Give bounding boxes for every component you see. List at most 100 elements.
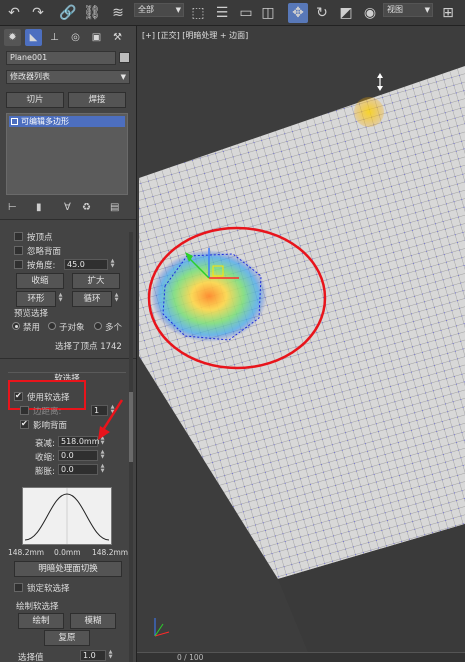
utilities-tab-icon[interactable]: ⚒ (109, 29, 126, 46)
preview-disabled-radio[interactable] (12, 322, 20, 330)
select-and-rotate-icon[interactable]: ↻ (312, 3, 332, 23)
affect-backfacing-label: 影响背面 (33, 421, 68, 431)
motion-tab-icon[interactable]: ◎ (67, 29, 84, 46)
rectangular-selection-icon[interactable]: ▭ (236, 3, 256, 23)
select-by-name-icon[interactable]: ☰ (212, 3, 232, 23)
modifier-list-label: 修改器列表 (10, 72, 50, 81)
curve-mid-label: 0.0mm (54, 548, 81, 557)
spinner-arrows-icon[interactable]: ▲ ▼ (107, 650, 114, 661)
pivot-center-icon[interactable]: ⊞ (438, 3, 458, 23)
redo-icon[interactable]: ↷ (28, 3, 48, 23)
make-unique-icon[interactable]: ∀ (64, 202, 71, 213)
shrink-button[interactable]: 收缩 (16, 273, 64, 289)
pinch-spinner[interactable]: 0.0 (58, 450, 98, 461)
ring-button[interactable]: 环形 (16, 291, 56, 307)
ring-spinner-icon[interactable]: ▲ ▼ (57, 293, 64, 304)
panel-scrollbar[interactable] (129, 232, 133, 662)
shaded-face-toggle-button[interactable]: 明暗处理面切换 (14, 561, 122, 577)
timeline-frame-label: 0 / 100 (177, 653, 204, 662)
timeline-bar[interactable]: 0 / 100 (137, 652, 465, 662)
placement-icon[interactable]: ◉ (360, 3, 380, 23)
edge-distance-spinner[interactable]: 1 (91, 405, 108, 416)
preview-disabled-label: 禁用 (23, 323, 41, 333)
display-tab-icon[interactable]: ▣ (88, 29, 105, 46)
preview-multi-radio[interactable] (94, 322, 102, 330)
spinner-arrows-icon[interactable]: ▲ ▼ (99, 436, 106, 447)
stack-controls: ⊢ ▮ ∀ ♻ ▤ (6, 202, 130, 216)
selection-value-spinner[interactable]: 1.0 (80, 650, 106, 661)
spinner-arrows-icon[interactable]: ▲ ▼ (109, 405, 116, 416)
spinner-arrows-icon[interactable]: ▲ ▼ (99, 464, 106, 475)
select-and-move-icon[interactable]: ✥ (288, 3, 308, 23)
show-end-result-icon[interactable]: ▮ (36, 202, 42, 213)
hierarchy-tab-icon[interactable]: ⊥ (46, 29, 63, 46)
falloff-curve-svg (24, 488, 110, 544)
panel-scrollbar-thumb[interactable] (129, 392, 133, 462)
configure-sets-icon[interactable]: ▤ (110, 202, 119, 213)
select-object-icon[interactable]: ⬚ (188, 3, 208, 23)
selection-filter-dropdown[interactable]: 全部 ▼ (134, 3, 184, 17)
create-tab-icon[interactable]: ✹ (4, 29, 21, 46)
remove-modifier-icon[interactable]: ♻ (82, 202, 91, 213)
blur-button[interactable]: 模糊 (70, 613, 116, 629)
edge-distance-label: 边距离: (33, 407, 62, 417)
use-soft-selection-checkbox[interactable] (14, 391, 23, 401)
expand-box-icon[interactable] (11, 118, 18, 125)
weld-button[interactable]: 焊接 (68, 92, 126, 108)
window-crossing-icon[interactable]: ◫ (258, 3, 278, 23)
perspective-viewport[interactable]: [+] [正交] [明暗处理 + 边面] 0 / 100 (137, 26, 465, 662)
edge-distance-checkbox[interactable] (20, 406, 29, 415)
chevron-down-icon: ▼ (424, 6, 430, 14)
panel-divider (0, 219, 136, 220)
curve-right-label: 148.2mm (92, 548, 129, 557)
spinner-arrows-icon[interactable]: ▲ ▼ (99, 450, 106, 461)
grow-button[interactable]: 扩大 (72, 273, 120, 289)
reference-coordinate-dropdown[interactable]: 视图 ▼ (383, 3, 433, 17)
reference-coordinate-value: 视图 (387, 5, 403, 14)
paint-button[interactable]: 绘制 (18, 613, 64, 629)
by-angle-checkbox[interactable] (14, 260, 23, 269)
selection-status-text: 选择了顶点 1742 (55, 342, 122, 352)
select-and-scale-icon[interactable]: ◩ (336, 3, 356, 23)
object-color-swatch[interactable] (119, 52, 130, 63)
revert-button[interactable]: 复原 (44, 630, 90, 646)
pin-stack-icon[interactable]: ⊢ (8, 202, 17, 213)
by-angle-label: 按角度: (27, 261, 56, 271)
preview-multi-label: 多个 (105, 323, 123, 333)
angle-spinner[interactable]: 45.0 (64, 259, 108, 270)
ignore-backfacing-checkbox[interactable] (14, 246, 23, 255)
by-vertex-label: 按顶点 (27, 233, 53, 243)
modifier-list-dropdown[interactable]: 修改器列表 ▼ (6, 70, 130, 84)
bind-space-warp-icon[interactable]: ≋ (108, 3, 128, 23)
undo-icon[interactable]: ↶ (4, 3, 24, 23)
lock-soft-selection-checkbox[interactable] (14, 583, 23, 592)
spinner-arrows-icon[interactable]: ▲ ▼ (109, 259, 116, 270)
stack-item-label: 可编辑多边形 (21, 117, 69, 126)
object-name-field[interactable]: Plane001 (6, 51, 116, 65)
light-object[interactable] (354, 97, 384, 127)
pinch-label: 收缩: (35, 453, 55, 463)
preview-selection-label: 预览选择 (14, 309, 49, 319)
viewport-scene (139, 66, 465, 662)
falloff-label: 衰减: (35, 439, 55, 449)
curve-left-label: 148.2mm (8, 548, 45, 557)
preview-subobject-radio[interactable] (48, 322, 56, 330)
light-indicator-up-icon (377, 73, 383, 78)
chevron-down-icon: ▼ (120, 73, 126, 81)
bubble-spinner[interactable]: 0.0 (58, 464, 98, 475)
modify-tab-icon[interactable]: ◣ (25, 29, 42, 46)
unlink-icon[interactable]: ⛓ (82, 3, 102, 23)
link-icon[interactable]: 🔗 (58, 3, 78, 23)
selection-value-label: 选择值 (18, 653, 44, 662)
loop-spinner-icon[interactable]: ▲ ▼ (113, 293, 120, 304)
loop-button[interactable]: 循环 (72, 291, 112, 307)
slice-button[interactable]: 切片 (6, 92, 64, 108)
by-vertex-checkbox[interactable] (14, 232, 23, 241)
bubble-label: 膨胀: (35, 467, 55, 477)
paint-soft-selection-label: 绘制软选择 (16, 602, 59, 612)
affect-backfacing-checkbox[interactable] (20, 419, 29, 429)
main-toolbar: ↶ ↷ 🔗 ⛓ ≋ 全部 ▼ ⬚ ☰ ▭ ◫ ✥ ↻ ◩ ◉ 视图 ▼ ⊞ (0, 0, 465, 26)
stack-item-editable-poly[interactable]: 可编辑多边形 (9, 116, 125, 127)
panel-divider (0, 358, 136, 359)
falloff-spinner[interactable]: 518.0mm (58, 436, 100, 447)
